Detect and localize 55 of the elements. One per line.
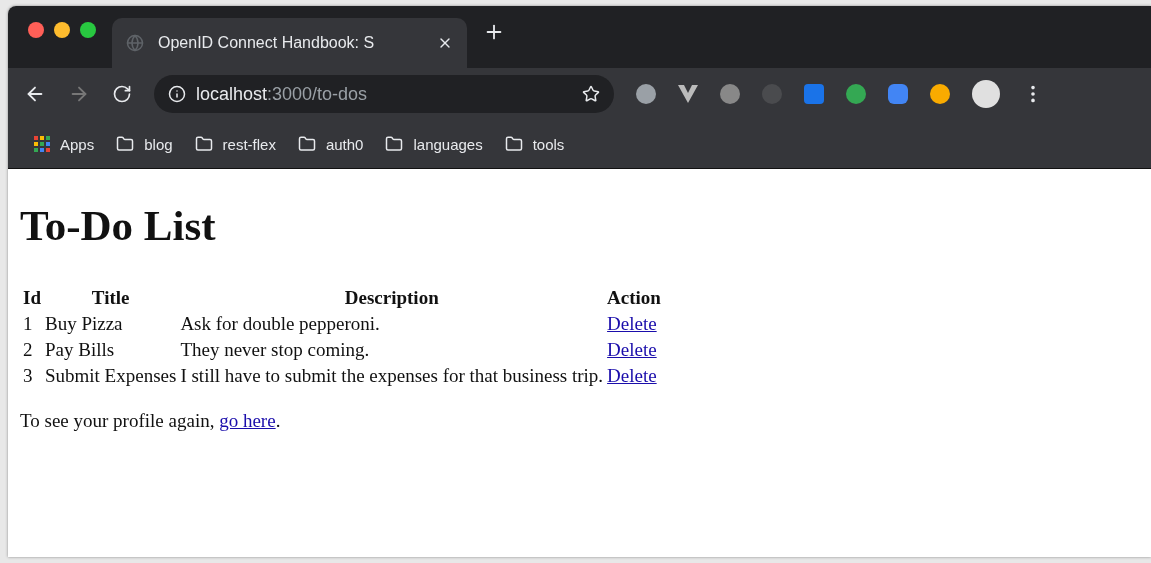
table-cell-text: 3 [22,364,34,388]
extension-icon[interactable] [720,84,740,104]
column-header: Title [90,286,131,310]
delete-link[interactable]: Delete [607,339,657,360]
table-cell-text: Pay Bills [43,338,116,362]
bookmark-label: blog [144,135,173,153]
maximize-window-icon[interactable] [80,22,96,38]
table-cell-text: Buy Pizza [43,312,124,336]
bookmark[interactable]: blog [116,135,173,153]
folder-icon [385,135,404,153]
bookmark[interactable]: auth0 [297,135,364,153]
extension-icon[interactable] [636,84,656,104]
folder-icon [194,135,213,153]
extension-icon[interactable] [846,84,866,104]
extension-icon[interactable] [888,84,908,104]
bookmark-label: auth0 [325,135,364,153]
bookmark[interactable]: tools [504,135,565,153]
bookmark-label: tools [532,135,565,153]
column-header: Id [22,286,42,310]
bookmark-label: rest-flex [222,135,276,153]
delete-link[interactable]: Delete [607,365,657,386]
bookmark-label: Apps [60,135,95,153]
tab-title: OpenID Connect Handbook: S [158,34,376,52]
apps-grid-icon [34,136,50,152]
url-text: localhost:3000/to-dos [196,83,368,105]
table-cell-text: They never stop coming. [179,338,371,362]
reload-icon[interactable] [112,84,132,104]
folder-icon [504,135,523,153]
table-cell-text: Ask for double pepperoni. [179,312,381,336]
folder-icon [116,135,135,153]
bookmark[interactable]: Apps [34,135,95,153]
globe-icon [126,34,144,52]
table-cell: Submit Expenses [43,364,178,388]
extension-icon[interactable] [678,85,698,103]
table-cell-text: 2 [22,338,34,362]
bookmark-label: languages [413,135,483,153]
close-window-icon[interactable] [28,22,44,38]
browser-tab[interactable]: OpenID Connect Handbook: S [112,18,467,68]
minimize-window-icon[interactable] [54,22,70,38]
delete-link[interactable]: Delete [607,313,657,334]
extension-icon[interactable] [930,84,950,104]
column-header: Description [343,286,440,310]
star-icon[interactable] [582,85,600,103]
table-cell-text: 1 [22,312,34,336]
profile-avatar[interactable] [972,80,1000,108]
bookmark[interactable]: rest-flex [194,135,276,153]
column-header: Action [606,286,662,310]
go-here-link[interactable]: go here [219,410,276,431]
folder-icon [297,135,316,153]
profile-sentence: To see your profile again, go here. [20,410,282,432]
table-cell: I still have to submit the expenses for that business trip. [179,364,605,388]
page-heading: To-Do List [20,201,217,250]
bookmark[interactable]: languages [385,135,483,153]
address-bar[interactable]: localhost:3000/to-dos [154,75,614,113]
info-icon [168,85,186,103]
